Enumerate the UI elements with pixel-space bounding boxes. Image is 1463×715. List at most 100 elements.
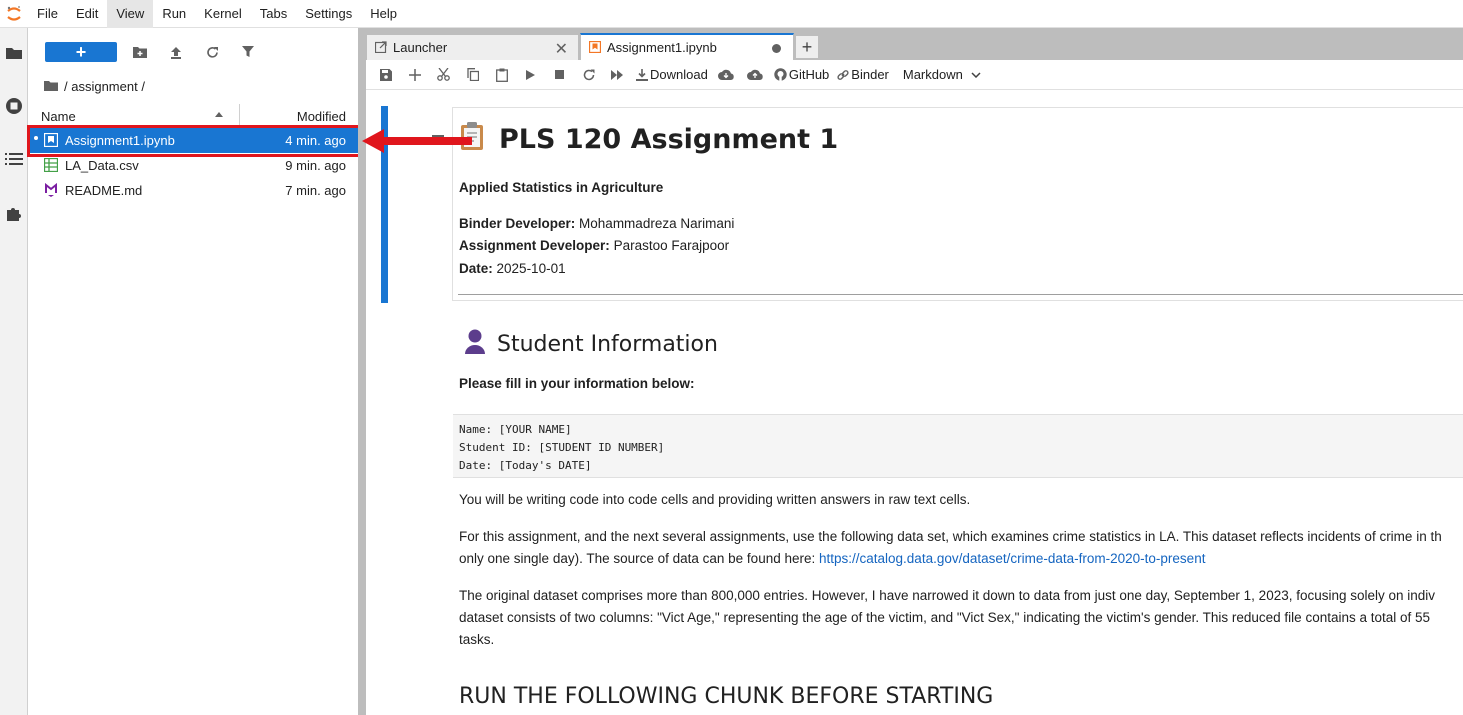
file-list-header: Name Modified — [29, 104, 358, 126]
new-folder-icon[interactable] — [122, 40, 158, 64]
student-info-heading-row: Student Information — [463, 328, 1463, 360]
tab-label: Assignment1.ipynb — [607, 40, 717, 55]
annotation-highlight-box — [27, 125, 362, 157]
running-icon[interactable] — [0, 91, 28, 121]
cell-type-select[interactable]: Markdown — [903, 67, 981, 82]
horizontal-rule — [458, 294, 1463, 295]
date-value: 2025-10-01 — [496, 261, 566, 276]
github-icon — [774, 68, 787, 81]
binder-label: Binder — [851, 67, 889, 82]
link-icon — [837, 69, 849, 80]
filter-icon[interactable] — [230, 40, 266, 64]
cloud-download-icon[interactable] — [712, 60, 741, 90]
cut-icon[interactable] — [429, 60, 458, 90]
column-resize-handle[interactable] — [239, 104, 240, 126]
breadcrumb-path[interactable]: / assignment / — [64, 79, 145, 94]
tab-launcher[interactable]: Launcher ✕ — [366, 34, 579, 60]
tab-label: Launcher — [393, 40, 448, 55]
notebook-toolbar: Download GitHub Binder Markdown — [366, 60, 1463, 90]
paragraph-dataset-line1: For this assignment, and the next severa… — [459, 529, 1442, 544]
paragraph-reduction-line2: dataset consists of two columns: "Vict A… — [459, 610, 1431, 625]
github-button[interactable]: GitHub — [770, 60, 833, 90]
menu-tabs[interactable]: Tabs — [251, 0, 296, 28]
download-icon — [636, 68, 648, 81]
tab-bar: Launcher ✕ Assignment1.ipynb + — [366, 28, 1463, 60]
spreadsheet-icon — [43, 157, 59, 173]
breadcrumb: / assignment / — [29, 76, 358, 96]
activity-bar — [0, 28, 28, 715]
add-tab-button[interactable]: + — [795, 35, 819, 59]
folder-icon[interactable] — [0, 38, 28, 68]
restart-run-all-icon[interactable] — [603, 60, 632, 90]
date-line: Date: 2025-10-01 — [459, 258, 1463, 280]
column-name[interactable]: Name — [41, 109, 76, 124]
file-name: LA_Data.csv — [65, 158, 139, 173]
folder-icon[interactable] — [44, 79, 58, 94]
main-area: Launcher ✕ Assignment1.ipynb + Download … — [366, 28, 1463, 715]
binder-button[interactable]: Binder — [833, 60, 893, 90]
sort-ascending-icon — [215, 112, 223, 117]
assignment-developer-line: Assignment Developer: Parastoo Farajpoor — [459, 235, 1463, 257]
source-text: only one single day). The source of data… — [459, 551, 819, 566]
raw-cell[interactable]: Name: [YOUR NAME] Student ID: [STUDENT I… — [453, 414, 1463, 478]
upload-icon[interactable] — [158, 40, 194, 64]
menu-view[interactable]: View — [107, 0, 154, 28]
menu-settings[interactable]: Settings — [296, 0, 361, 28]
notebook-panel[interactable]: PLS 120 Assignment 1 Applied Statistics … — [366, 91, 1463, 715]
paragraph-intro: You will be writing code into code cells… — [459, 492, 971, 507]
download-button[interactable]: Download — [632, 60, 712, 90]
refresh-icon[interactable] — [194, 40, 230, 64]
menu-kernel[interactable]: Kernel — [195, 0, 251, 28]
date-label: Date: — [459, 261, 493, 276]
student-info-heading: Student Information — [497, 331, 718, 357]
menu-run[interactable]: Run — [153, 0, 195, 28]
tab-assignment1[interactable]: Assignment1.ipynb — [580, 33, 794, 60]
paste-icon[interactable] — [487, 60, 516, 90]
file-modified: 9 min. ago — [285, 158, 346, 173]
github-label: GitHub — [788, 67, 830, 82]
annotation-arrow — [362, 129, 472, 153]
launcher-icon — [374, 41, 387, 56]
dataset-link[interactable]: https://catalog.data.gov/dataset/crime-d… — [819, 551, 1205, 566]
menu-file[interactable]: File — [28, 0, 67, 28]
insert-cell-icon[interactable] — [400, 60, 429, 90]
binder-developer-line: Binder Developer: Mohammadreza Narimani — [459, 213, 1463, 235]
binder-developer-value: Mohammadreza Narimani — [579, 216, 735, 231]
assignment-developer-label: Assignment Developer: — [459, 238, 610, 253]
file-browser-toolbar: + — [29, 28, 358, 76]
assignment-developer-value: Parastoo Farajpoor — [613, 238, 730, 253]
cell-type-value: Markdown — [902, 67, 963, 82]
stop-icon[interactable] — [545, 60, 574, 90]
new-launcher-button[interactable]: + — [45, 42, 117, 62]
restart-icon[interactable] — [574, 60, 603, 90]
subtitle: Applied Statistics in Agriculture — [459, 180, 664, 195]
person-icon — [463, 328, 487, 360]
notebook-icon — [588, 40, 602, 56]
save-icon[interactable] — [371, 60, 400, 90]
unsaved-indicator-icon[interactable] — [772, 44, 781, 53]
paragraph-dataset-line2: only one single day). The source of data… — [459, 548, 1463, 570]
menu-help[interactable]: Help — [361, 0, 406, 28]
raw-line-date: Date: [Today's DATE] — [459, 459, 592, 472]
column-modified[interactable]: Modified — [297, 109, 346, 124]
file-name: README.md — [65, 183, 143, 198]
extension-icon[interactable] — [0, 198, 28, 228]
run-icon[interactable] — [516, 60, 545, 90]
toc-icon[interactable] — [0, 144, 28, 174]
cloud-upload-icon[interactable] — [741, 60, 770, 90]
download-label: Download — [650, 67, 708, 82]
binder-developer-label: Binder Developer: — [459, 216, 576, 231]
run-chunk-heading: RUN THE FOLLOWING CHUNK BEFORE STARTING — [459, 684, 994, 709]
menu-edit[interactable]: Edit — [67, 0, 107, 28]
file-modified: 7 min. ago — [285, 183, 346, 198]
notebook-title-row: PLS 120 Assignment 1 — [459, 121, 1463, 158]
copy-icon[interactable] — [458, 60, 487, 90]
raw-line-student-id: Student ID: [STUDENT ID NUMBER] — [459, 441, 665, 454]
chevron-down-icon — [971, 71, 981, 78]
file-row-readme[interactable]: README.md 7 min. ago — [29, 178, 358, 203]
raw-line-name: Name: [YOUR NAME] — [459, 423, 572, 436]
menu-bar: File Edit View Run Kernel Tabs Settings … — [0, 0, 1463, 28]
paragraph-reduction-line1: The original dataset comprises more than… — [459, 588, 1436, 603]
close-icon[interactable]: ✕ — [555, 39, 568, 59]
notebook-title: PLS 120 Assignment 1 — [499, 124, 839, 155]
